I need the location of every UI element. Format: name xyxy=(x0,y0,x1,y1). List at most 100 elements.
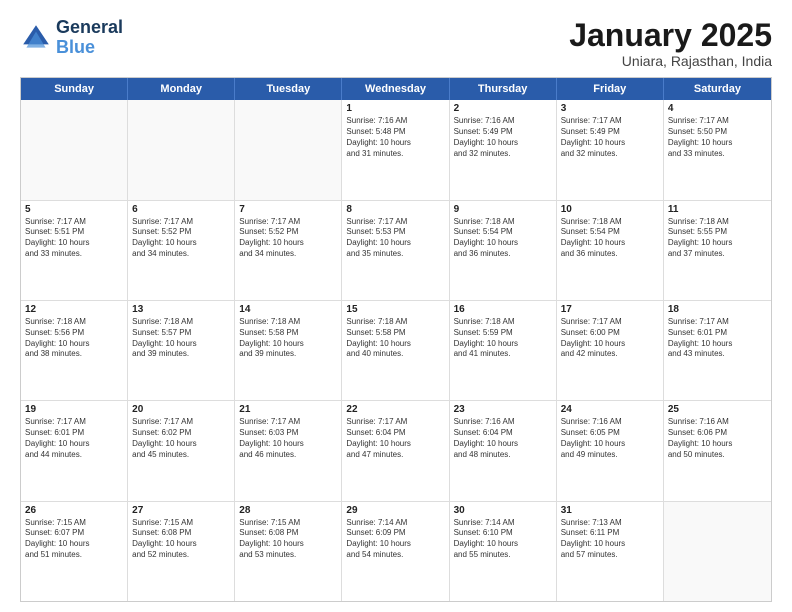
calendar-cell: 14 Sunrise: 7:18 AM Sunset: 5:58 PM Dayli… xyxy=(235,301,342,400)
calendar-cell: 11 Sunrise: 7:18 AM Sunset: 5:55 PM Dayli… xyxy=(664,201,771,300)
day-number: 13 xyxy=(132,304,230,315)
day-number: 10 xyxy=(561,204,659,215)
day-number: 14 xyxy=(239,304,337,315)
logo-icon xyxy=(20,22,52,54)
day-number: 22 xyxy=(346,404,444,415)
calendar-cell: 21Sunrise: 7:17 AM Sunset: 6:03 PM Dayli… xyxy=(235,401,342,500)
day-number: 4 xyxy=(668,103,767,114)
day-number: 15 xyxy=(346,304,444,315)
calendar-cell: 4Sunrise: 7:17 AM Sunset: 5:50 PM Daylig… xyxy=(664,100,771,199)
day-info: Sunrise: 7:14 AM Sunset: 6:09 PM Dayligh… xyxy=(346,518,444,561)
day-number: 16 xyxy=(454,304,552,315)
day-info: Sunrise: 7:17 AM Sunset: 6:03 PM Dayligh… xyxy=(239,417,337,460)
header-day: Tuesday xyxy=(235,78,342,100)
day-number: 9 xyxy=(454,204,552,215)
main-title: January 2025 xyxy=(569,18,772,53)
day-info: Sunrise: 7:17 AM Sunset: 5:51 PM Dayligh… xyxy=(25,217,123,260)
day-number: 26 xyxy=(25,505,123,516)
calendar-cell: 18Sunrise: 7:17 AM Sunset: 6:01 PM Dayli… xyxy=(664,301,771,400)
calendar-cell: 23 Sunrise: 7:16 AM Sunset: 6:04 PM Dayli… xyxy=(450,401,557,500)
calendar-cell: 6 Sunrise: 7:17 AM Sunset: 5:52 PM Daylig… xyxy=(128,201,235,300)
day-info: Sunrise: 7:18 AM Sunset: 5:58 PM Dayligh… xyxy=(239,317,337,360)
day-number: 3 xyxy=(561,103,659,114)
header-day: Wednesday xyxy=(342,78,449,100)
calendar-cell xyxy=(664,502,771,601)
day-info: Sunrise: 7:15 AM Sunset: 6:08 PM Dayligh… xyxy=(239,518,337,561)
day-info: Sunrise: 7:17 AM Sunset: 5:52 PM Dayligh… xyxy=(132,217,230,260)
day-number: 6 xyxy=(132,204,230,215)
calendar-cell: 29 Sunrise: 7:14 AM Sunset: 6:09 PM Dayli… xyxy=(342,502,449,601)
day-info: Sunrise: 7:18 AM Sunset: 5:55 PM Dayligh… xyxy=(668,217,767,260)
title-block: January 2025 Uniara, Rajasthan, India xyxy=(569,18,772,69)
day-number: 8 xyxy=(346,204,444,215)
calendar-cell: 15Sunrise: 7:18 AM Sunset: 5:58 PM Dayli… xyxy=(342,301,449,400)
calendar-cell: 20 Sunrise: 7:17 AM Sunset: 6:02 PM Dayli… xyxy=(128,401,235,500)
header-day: Saturday xyxy=(664,78,771,100)
calendar-cell: 17 Sunrise: 7:17 AM Sunset: 6:00 PM Dayli… xyxy=(557,301,664,400)
day-number: 28 xyxy=(239,505,337,516)
day-number: 20 xyxy=(132,404,230,415)
day-info: Sunrise: 7:17 AM Sunset: 6:02 PM Dayligh… xyxy=(132,417,230,460)
calendar-cell xyxy=(128,100,235,199)
header-day: Monday xyxy=(128,78,235,100)
logo: General Blue xyxy=(20,18,123,58)
calendar-cell: 2 Sunrise: 7:16 AM Sunset: 5:49 PM Daylig… xyxy=(450,100,557,199)
calendar-cell: 7 Sunrise: 7:17 AM Sunset: 5:52 PM Daylig… xyxy=(235,201,342,300)
day-info: Sunrise: 7:18 AM Sunset: 5:54 PM Dayligh… xyxy=(561,217,659,260)
calendar-cell: 28 Sunrise: 7:15 AM Sunset: 6:08 PM Dayli… xyxy=(235,502,342,601)
page: General Blue January 2025 Uniara, Rajast… xyxy=(0,0,792,612)
day-number: 31 xyxy=(561,505,659,516)
day-number: 11 xyxy=(668,204,767,215)
day-info: Sunrise: 7:17 AM Sunset: 6:00 PM Dayligh… xyxy=(561,317,659,360)
day-info: Sunrise: 7:17 AM Sunset: 5:49 PM Dayligh… xyxy=(561,116,659,159)
day-number: 27 xyxy=(132,505,230,516)
calendar-cell xyxy=(235,100,342,199)
header-day: Thursday xyxy=(450,78,557,100)
calendar-cell: 16Sunrise: 7:18 AM Sunset: 5:59 PM Dayli… xyxy=(450,301,557,400)
day-number: 2 xyxy=(454,103,552,114)
day-number: 23 xyxy=(454,404,552,415)
day-number: 12 xyxy=(25,304,123,315)
calendar-cell: 24 Sunrise: 7:16 AM Sunset: 6:05 PM Dayli… xyxy=(557,401,664,500)
day-info: Sunrise: 7:14 AM Sunset: 6:10 PM Dayligh… xyxy=(454,518,552,561)
day-info: Sunrise: 7:15 AM Sunset: 6:08 PM Dayligh… xyxy=(132,518,230,561)
calendar-cell: 27 Sunrise: 7:15 AM Sunset: 6:08 PM Dayli… xyxy=(128,502,235,601)
calendar-cell: 3 Sunrise: 7:17 AM Sunset: 5:49 PM Daylig… xyxy=(557,100,664,199)
day-info: Sunrise: 7:17 AM Sunset: 5:52 PM Dayligh… xyxy=(239,217,337,260)
calendar-cell: 25Sunrise: 7:16 AM Sunset: 6:06 PM Dayli… xyxy=(664,401,771,500)
subtitle: Uniara, Rajasthan, India xyxy=(569,53,772,69)
day-info: Sunrise: 7:17 AM Sunset: 6:01 PM Dayligh… xyxy=(25,417,123,460)
calendar-body: 1Sunrise: 7:16 AM Sunset: 5:48 PM Daylig… xyxy=(21,100,771,601)
day-info: Sunrise: 7:15 AM Sunset: 6:07 PM Dayligh… xyxy=(25,518,123,561)
calendar-row: 1Sunrise: 7:16 AM Sunset: 5:48 PM Daylig… xyxy=(21,100,771,200)
day-number: 24 xyxy=(561,404,659,415)
calendar-cell: 5Sunrise: 7:17 AM Sunset: 5:51 PM Daylig… xyxy=(21,201,128,300)
day-info: Sunrise: 7:18 AM Sunset: 5:57 PM Dayligh… xyxy=(132,317,230,360)
day-number: 18 xyxy=(668,304,767,315)
calendar-cell: 19 Sunrise: 7:17 AM Sunset: 6:01 PM Dayli… xyxy=(21,401,128,500)
calendar-cell: 13 Sunrise: 7:18 AM Sunset: 5:57 PM Dayli… xyxy=(128,301,235,400)
calendar-cell: 8 Sunrise: 7:17 AM Sunset: 5:53 PM Daylig… xyxy=(342,201,449,300)
day-number: 17 xyxy=(561,304,659,315)
day-info: Sunrise: 7:16 AM Sunset: 6:05 PM Dayligh… xyxy=(561,417,659,460)
calendar-row: 5Sunrise: 7:17 AM Sunset: 5:51 PM Daylig… xyxy=(21,201,771,301)
day-number: 30 xyxy=(454,505,552,516)
header: General Blue January 2025 Uniara, Rajast… xyxy=(20,18,772,69)
calendar-cell: 1Sunrise: 7:16 AM Sunset: 5:48 PM Daylig… xyxy=(342,100,449,199)
calendar-cell: 31 Sunrise: 7:13 AM Sunset: 6:11 PM Dayli… xyxy=(557,502,664,601)
day-info: Sunrise: 7:16 AM Sunset: 5:49 PM Dayligh… xyxy=(454,116,552,159)
day-info: Sunrise: 7:17 AM Sunset: 5:53 PM Dayligh… xyxy=(346,217,444,260)
day-info: Sunrise: 7:18 AM Sunset: 5:54 PM Dayligh… xyxy=(454,217,552,260)
day-number: 19 xyxy=(25,404,123,415)
header-day: Sunday xyxy=(21,78,128,100)
calendar-cell: 9 Sunrise: 7:18 AM Sunset: 5:54 PM Daylig… xyxy=(450,201,557,300)
day-number: 25 xyxy=(668,404,767,415)
calendar-header: SundayMondayTuesdayWednesdayThursdayFrid… xyxy=(21,78,771,100)
day-info: Sunrise: 7:16 AM Sunset: 6:04 PM Dayligh… xyxy=(454,417,552,460)
day-info: Sunrise: 7:13 AM Sunset: 6:11 PM Dayligh… xyxy=(561,518,659,561)
day-number: 7 xyxy=(239,204,337,215)
day-info: Sunrise: 7:16 AM Sunset: 5:48 PM Dayligh… xyxy=(346,116,444,159)
calendar-cell xyxy=(21,100,128,199)
header-day: Friday xyxy=(557,78,664,100)
day-number: 29 xyxy=(346,505,444,516)
